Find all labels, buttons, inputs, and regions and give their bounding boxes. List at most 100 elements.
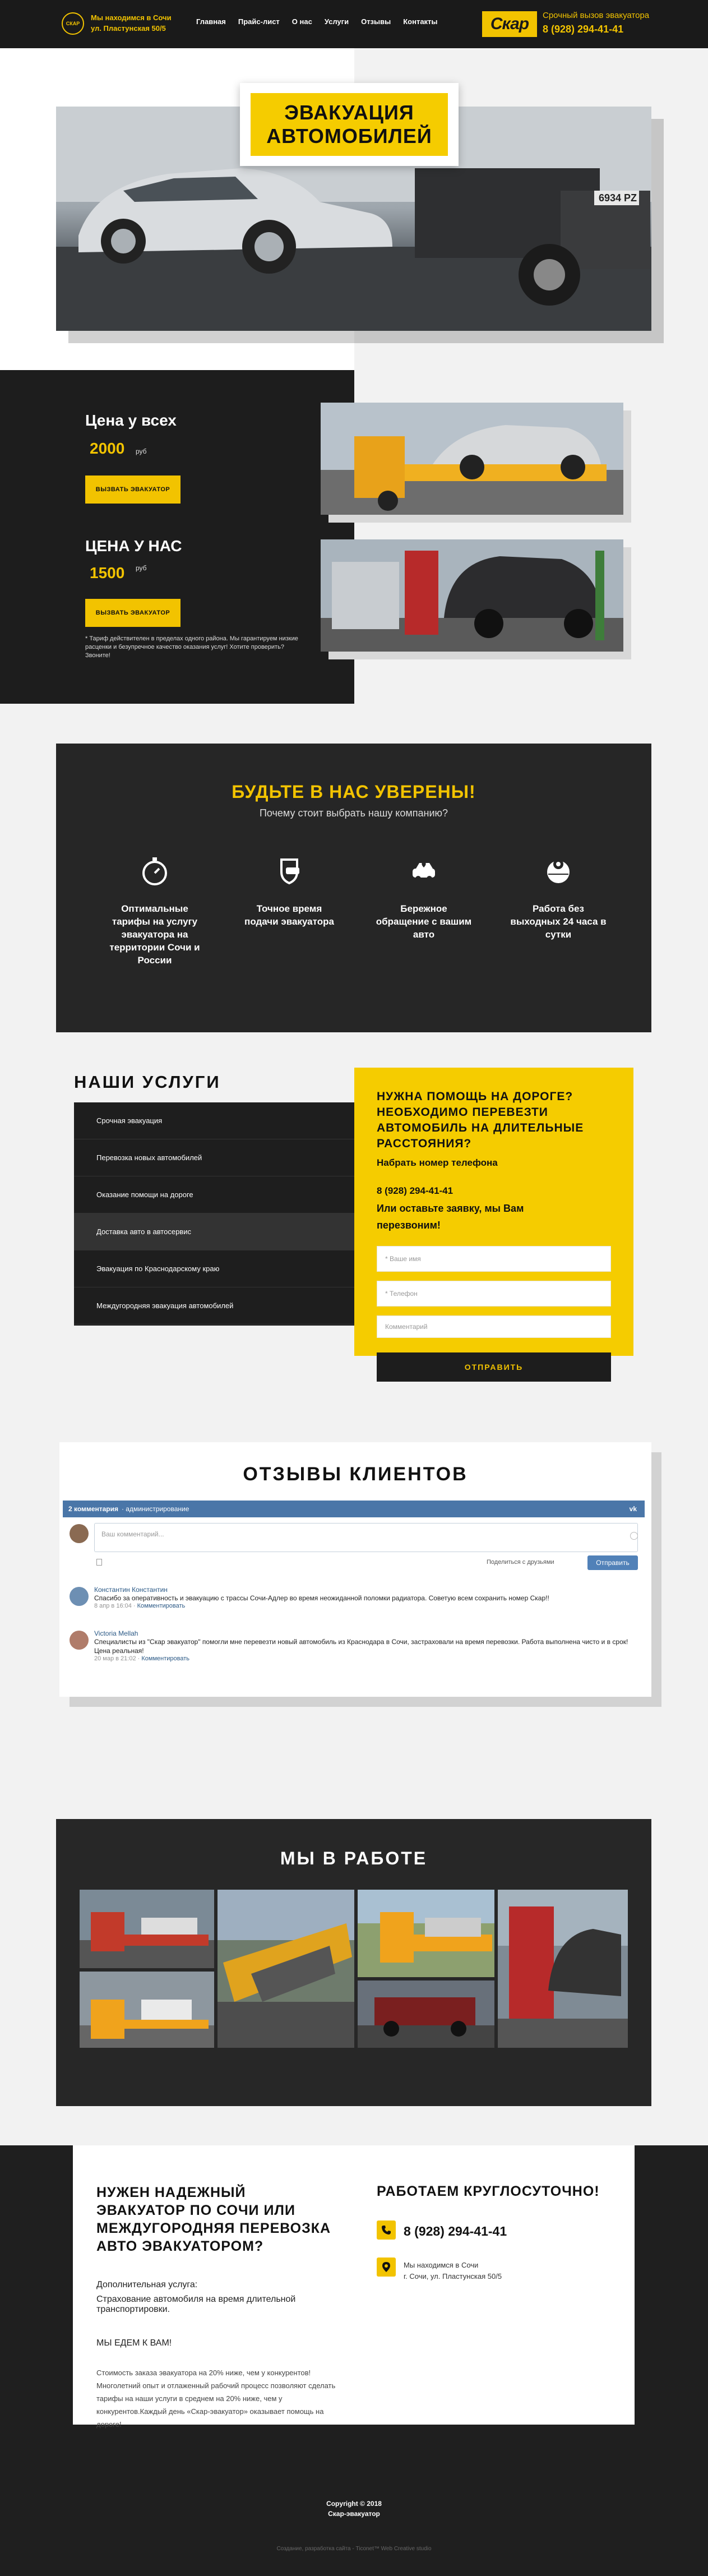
- nav-home[interactable]: Главная: [196, 17, 226, 26]
- call-evacuator-button-2[interactable]: ВЫЗВАТЬ ЭВАКУАТОР: [85, 599, 181, 627]
- price-everyone-label: Цена у всех: [85, 412, 177, 429]
- comment-date[interactable]: 20 мар в 21:02: [94, 1655, 136, 1662]
- name-input[interactable]: * Ваше имя: [377, 1246, 611, 1272]
- vk-header: 2 комментария · администрирование vk: [63, 1501, 645, 1517]
- extra-text: Страхование автомобиля на время длительн…: [96, 2295, 296, 2314]
- comment-input[interactable]: Комментарий: [377, 1315, 611, 1338]
- call-evacuator-button-1[interactable]: ВЫЗВАТЬ ЭВАКУАТОР: [85, 476, 181, 504]
- works-title: МЫ В РАБОТЕ: [280, 1848, 428, 1868]
- service-item[interactable]: Перевозка новых автомобилей: [74, 1139, 354, 1176]
- feature-24h-text: Работа без выходных 24 часа в сутки: [510, 903, 607, 940]
- call-label: Срочный вызов эвакуатора: [543, 11, 650, 20]
- works-section: МЫ В РАБОТЕ: [56, 1819, 651, 2106]
- service-item[interactable]: Срочная эвакуация: [74, 1102, 354, 1139]
- nav-price[interactable]: Прайс-лист: [238, 17, 280, 26]
- nav-services[interactable]: Услуги: [325, 17, 349, 26]
- hours-title: РАБОТАЕМ КРУГЛОСУТОЧНО!: [377, 2183, 600, 2199]
- logo[interactable]: СКАР: [62, 12, 84, 35]
- work-photo[interactable]: [218, 1890, 354, 2048]
- copyright-text: Copyright © 2018: [326, 2500, 382, 2508]
- share-checkbox[interactable]: Поделиться с друзьями: [487, 1559, 554, 1566]
- comment-author[interactable]: Константин Константин: [94, 1586, 638, 1594]
- location-line1: Мы находимся в Сочи: [91, 13, 172, 22]
- submit-button[interactable]: ОТПРАВИТЬ: [377, 1352, 611, 1382]
- service-item[interactable]: Междугородняя эвакуация автомобилей: [74, 1287, 354, 1324]
- feature-time: Точное время подачи эвакуатора: [239, 853, 340, 928]
- feature-tariffs-text: Оптимальные тарифы на услугу эвакуатора …: [109, 903, 200, 966]
- feature-care: Бережное обращение с вашим авто: [373, 853, 474, 941]
- service-item-active[interactable]: Доставка авто в автосервис: [74, 1213, 354, 1250]
- work-photo[interactable]: [80, 1972, 214, 2048]
- stopwatch-icon: [137, 853, 173, 889]
- hero-title-box: ЭВАКУАЦИЯ АВТОМОБИЛЕЙ: [240, 83, 459, 166]
- address-line2: г. Сочи, ул. Пластунская 50/5: [404, 2272, 502, 2280]
- header-location: Мы находимся в Сочи ул. Пластунская 50/5: [91, 12, 172, 34]
- price-ours-currency: руб: [136, 564, 147, 572]
- work-photo[interactable]: [358, 1981, 494, 2048]
- location-pin-icon: [377, 2258, 396, 2277]
- avatar: [70, 1587, 89, 1606]
- trust-section: БУДЬТЕ В НАС УВЕРЕНЫ! Почему стоит выбра…: [56, 744, 651, 1032]
- work-photo[interactable]: [358, 1890, 494, 1977]
- vk-comments-widget: 2 комментария · администрирование vk Ваш…: [63, 1501, 645, 1697]
- service-item[interactable]: Эвакуация по Краснодарскому краю: [74, 1250, 354, 1287]
- bottom-phone[interactable]: 8 (928) 294-41-41: [404, 2224, 507, 2239]
- vk-admin[interactable]: · администрирование: [122, 1505, 189, 1513]
- services-list: Срочная эвакуация Перевозка новых автомо…: [74, 1102, 354, 1326]
- comment-reply[interactable]: Комментировать: [141, 1655, 189, 1662]
- phone-icon: [377, 2220, 396, 2240]
- comment-author[interactable]: Victoria Mellah: [94, 1629, 638, 1637]
- vk-count[interactable]: 2 комментария: [68, 1505, 118, 1513]
- hero-plate: 6934 PZ: [599, 192, 637, 204]
- work-photo[interactable]: [498, 1890, 628, 2048]
- bottom-address: Мы находимся в Сочи г. Сочи, ул. Пластун…: [404, 2260, 502, 2282]
- avatar: [70, 1524, 89, 1543]
- price-ours-label: ЦЕНА У НАС: [85, 537, 182, 555]
- vk-comment-input[interactable]: Ваш комментарий...: [94, 1523, 638, 1552]
- attach-icon[interactable]: [96, 1559, 102, 1566]
- feature-time-text: Точное время подачи эвакуатора: [244, 903, 334, 927]
- price-image-1: [321, 403, 623, 515]
- help-ask: Или оставьте заявку, мы Вам перезвоним!: [377, 1203, 524, 1231]
- work-photo[interactable]: [80, 1890, 214, 1968]
- help-phone-label: Набрать номер телефона: [377, 1157, 498, 1168]
- price-note: * Тариф действителен в пределах одного р…: [85, 635, 298, 659]
- comment-date[interactable]: 8 апр в 16:04: [94, 1603, 132, 1609]
- price-everyone-value: 2000: [90, 440, 125, 457]
- brand-logo[interactable]: Скар: [482, 11, 537, 37]
- nav-about[interactable]: О нас: [292, 17, 312, 26]
- logo-text: СКАР: [66, 21, 80, 26]
- company-text: Скар-эвакуатор: [328, 2510, 380, 2518]
- comment-text: Спасибо за оперативность и эвакуацию с т…: [94, 1594, 549, 1602]
- address-line1: Мы находимся в Сочи: [404, 2261, 479, 2269]
- phone-input[interactable]: * Телефон: [377, 1281, 611, 1307]
- globe-pin-icon: [540, 853, 576, 889]
- header-phone[interactable]: 8 (928) 294-41-41: [543, 24, 623, 35]
- extra-label: Дополнительная услуга:: [96, 2280, 198, 2289]
- footer-copyright: Copyright © 2018 Скар-эвакуатор: [0, 2499, 708, 2519]
- help-phone[interactable]: 8 (928) 294-41-41: [377, 1185, 453, 1197]
- nav-contacts[interactable]: Контакты: [403, 17, 437, 26]
- main-nav: Главная Прайс-лист О нас Услуги Отзывы К…: [196, 17, 438, 26]
- avatar: [70, 1631, 89, 1650]
- bottom-small-text: Стоимость заказа эвакуатора на 20% ниже,…: [96, 2369, 336, 2429]
- bottom-contacts-card: РАБОТАЕМ КРУГЛОСУТОЧНО! 8 (928) 294-41-4…: [354, 2145, 635, 2425]
- price-ours-value: 1500: [90, 564, 125, 581]
- shield-car-icon: [271, 853, 307, 889]
- comment-reply[interactable]: Комментировать: [137, 1603, 186, 1609]
- feature-care-text: Бережное обращение с вашим авто: [376, 903, 472, 940]
- nav-reviews[interactable]: Отзывы: [361, 17, 391, 26]
- trust-subtitle: Почему стоит выбрать нашу компанию?: [259, 807, 448, 819]
- feature-tariffs: Оптимальные тарифы на услугу эвакуатора …: [104, 853, 205, 967]
- footer-credit[interactable]: Создание, разработка сайта - Ticonet™ We…: [0, 2546, 708, 2552]
- smile-icon[interactable]: [630, 1532, 638, 1540]
- price-everyone-currency: руб: [136, 447, 147, 455]
- reviews-title: ОТЗЫВЫ КЛИЕНТОВ: [243, 1464, 468, 1485]
- service-item[interactable]: Оказание помощи на дороге: [74, 1176, 354, 1213]
- services-title: НАШИ УСЛУГИ: [74, 1072, 221, 1092]
- site-header: СКАР Мы находимся в Сочи ул. Пластунская…: [0, 0, 708, 48]
- trust-title: БУДЬТЕ В НАС УВЕРЕНЫ!: [232, 782, 476, 802]
- header-call: Срочный вызов эвакуатора 8 (928) 294-41-…: [543, 9, 649, 37]
- vk-send-button[interactable]: Отправить: [587, 1555, 638, 1570]
- comment-text: Специалисты из "Скар эвакуатор" помогли …: [94, 1638, 628, 1655]
